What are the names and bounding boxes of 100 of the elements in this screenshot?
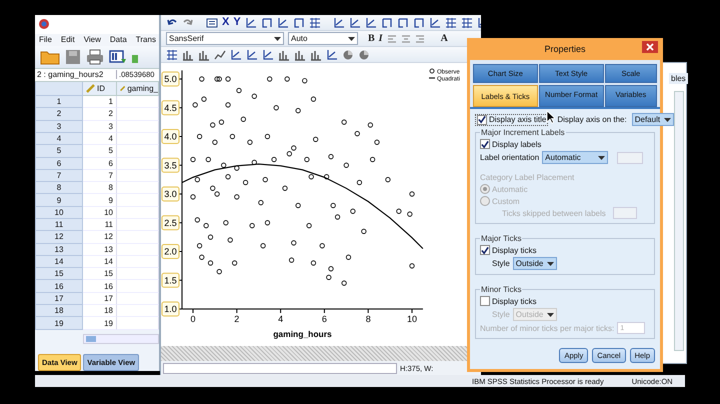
text-style-button[interactable]: I	[378, 34, 383, 44]
grid-icon[interactable]	[460, 16, 473, 28]
angle-field[interactable]	[617, 152, 644, 164]
data-point	[228, 237, 233, 243]
frame-icon[interactable]	[380, 16, 393, 28]
partial-tab[interactable]: bles	[669, 73, 688, 84]
axis-lines-icon[interactable]	[332, 16, 345, 28]
grid-icon[interactable]	[308, 16, 321, 28]
axis-lines-icon[interactable]	[428, 16, 441, 28]
axis-position-dropdown[interactable]: Default	[632, 113, 674, 126]
row-header[interactable]: 17	[35, 292, 83, 306]
frame-icon[interactable]	[292, 16, 305, 28]
checkbox[interactable]	[477, 114, 487, 124]
y-tick-label[interactable]: 2.5	[162, 215, 180, 230]
axis-lines-icon[interactable]	[276, 16, 289, 28]
row-header[interactable]: 12	[35, 231, 83, 244]
y-tick-label[interactable]: 4.0	[162, 129, 180, 144]
caret-icon	[664, 118, 672, 122]
axis-lines-icon[interactable]	[364, 16, 377, 28]
axis-lines-icon[interactable]	[326, 48, 338, 60]
y-tick-label[interactable]: 4.5	[162, 100, 180, 116]
bar-chart-icon[interactable]	[182, 48, 194, 60]
row-header[interactable]: 2	[35, 108, 83, 121]
grid-icon[interactable]	[166, 48, 178, 60]
size-dropdown[interactable]: Auto	[288, 32, 358, 45]
menu-item[interactable]: Trans	[136, 35, 156, 44]
grid-icon[interactable]	[444, 16, 457, 28]
checkbox-label[interactable]: Display labels	[492, 140, 542, 148]
data-point	[302, 78, 308, 84]
row-header[interactable]: 6	[35, 158, 83, 170]
y-tick-label[interactable]: 1.0	[162, 302, 180, 316]
menu-item[interactable]: File	[39, 35, 52, 44]
align-center-icon[interactable]	[400, 34, 411, 44]
row-header[interactable]: 3	[35, 120, 83, 133]
field-label: Label orientation	[480, 153, 540, 162]
axis-lines-icon[interactable]	[262, 48, 274, 60]
frame-icon[interactable]	[260, 16, 273, 28]
table-cell	[117, 182, 159, 194]
y-tick-label[interactable]: 3.5	[162, 158, 180, 173]
frame-icon[interactable]	[396, 16, 409, 28]
row-header[interactable]: 10	[35, 206, 83, 219]
axis-button[interactable]: X	[222, 17, 230, 28]
checkbox-label[interactable]: Display ticks	[492, 246, 536, 254]
row-header[interactable]: 13	[35, 244, 83, 256]
table-cell	[117, 194, 159, 207]
line-chart-icon[interactable]	[214, 48, 226, 60]
row-header[interactable]: 15	[35, 268, 83, 280]
row-header[interactable]: 16	[35, 280, 83, 293]
align-right-icon[interactable]	[414, 34, 425, 44]
vertical-scrollbar[interactable]	[674, 91, 684, 351]
table-corner	[35, 82, 83, 96]
row-header[interactable]: 18	[35, 305, 83, 318]
y-tick-label[interactable]: 1.5	[162, 272, 180, 288]
row-header[interactable]: 5	[35, 145, 83, 158]
row-header[interactable]: 4	[35, 132, 83, 146]
text-color-button[interactable]: A	[440, 34, 448, 44]
text-style-button[interactable]: B	[368, 34, 375, 44]
checkbox[interactable]	[480, 139, 490, 149]
row-header[interactable]: 14	[35, 256, 83, 268]
row-header[interactable]: 11	[35, 218, 83, 232]
axis-button[interactable]: Y	[233, 17, 241, 28]
row-header[interactable]: 7	[35, 170, 83, 182]
bar-chart-icon[interactable]	[310, 48, 322, 60]
dialog-recall-icon[interactable]	[109, 48, 127, 65]
font-dropdown[interactable]: SansSerif	[166, 32, 284, 45]
save-icon[interactable]	[65, 48, 81, 65]
column-header[interactable]: gaming_	[117, 82, 159, 96]
bar-chart-icon[interactable]	[278, 48, 290, 60]
printer-icon[interactable]	[86, 48, 104, 65]
axis-lines-icon[interactable]	[246, 48, 258, 60]
axis-lines-icon[interactable]	[348, 16, 361, 28]
y-tick-label[interactable]: 5.0	[162, 72, 180, 86]
data-point	[225, 102, 231, 108]
row-header[interactable]: 8	[35, 182, 83, 194]
pie-chart-icon[interactable]	[342, 48, 354, 60]
column-header[interactable]: ID	[83, 82, 117, 96]
pie-chart-icon[interactable]	[358, 48, 370, 60]
bar-chart-icon[interactable]	[294, 48, 306, 60]
menu-item[interactable]: Data	[110, 35, 127, 44]
orientation-dropdown[interactable]: Automatic	[542, 151, 608, 164]
close-button[interactable]	[642, 41, 658, 53]
y-tick-label[interactable]: 2.0	[162, 244, 180, 259]
checkbox[interactable]	[480, 245, 490, 255]
frame-icon[interactable]	[412, 16, 425, 28]
data-point	[196, 134, 202, 140]
row-header[interactable]: 1	[35, 96, 83, 108]
y-tick-label[interactable]: 3.0	[162, 186, 180, 202]
horizontal-scrollbar[interactable]	[83, 334, 159, 344]
list-icon[interactable]	[206, 16, 218, 28]
menu-item[interactable]: View	[84, 35, 101, 44]
align-left-icon[interactable]	[386, 34, 397, 44]
menu-item[interactable]: Edit	[60, 35, 75, 44]
axis-lines-icon[interactable]	[230, 48, 242, 60]
ticks-skipped-field[interactable]	[612, 207, 637, 219]
row-header[interactable]: 9	[35, 194, 83, 207]
bar-chart-icon[interactable]	[198, 48, 210, 60]
axis-lines-icon[interactable]	[244, 16, 257, 28]
tick-style-dropdown[interactable]: Outside	[512, 257, 558, 270]
folder-icon[interactable]	[40, 48, 60, 65]
row-header[interactable]: 19	[35, 317, 83, 330]
